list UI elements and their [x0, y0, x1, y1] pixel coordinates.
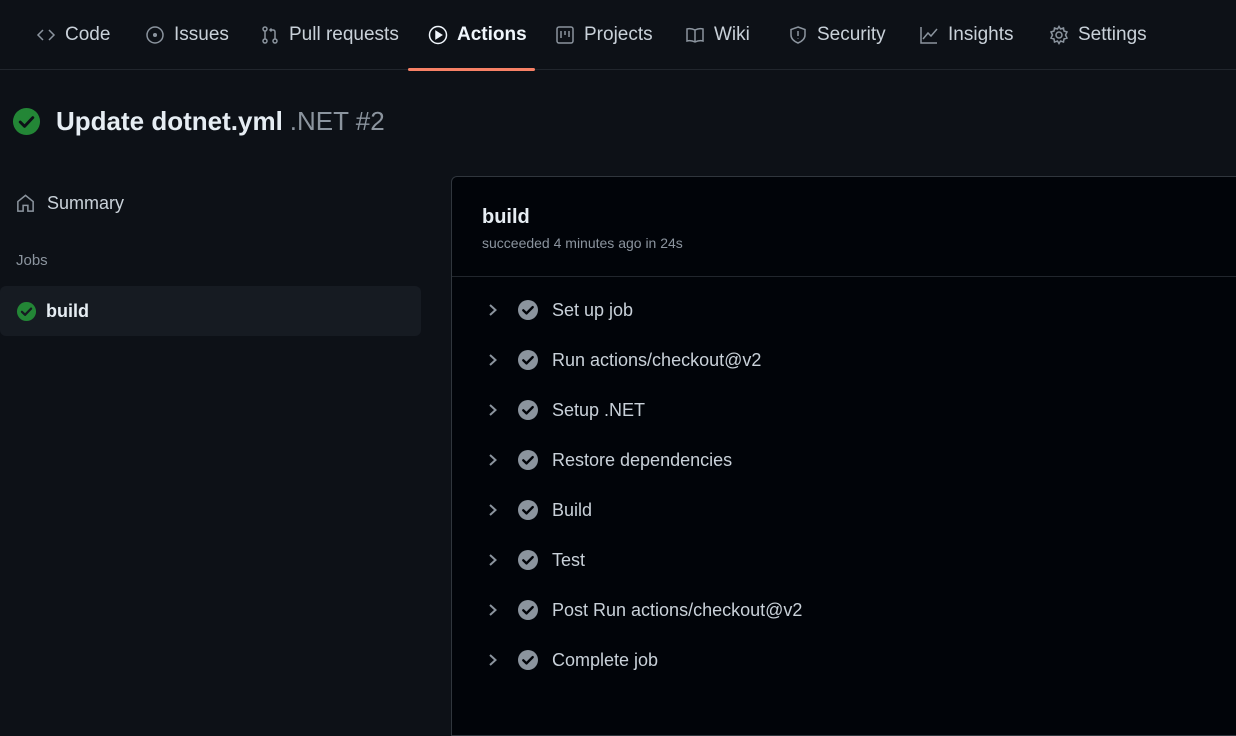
issue-icon: [146, 26, 164, 44]
sidebar-job-build[interactable]: build: [0, 286, 421, 336]
chevron-right-icon: [489, 554, 497, 566]
tab-projects[interactable]: Projects: [555, 0, 653, 70]
summary-label: Summary: [47, 192, 125, 213]
tab-actions[interactable]: Actions: [428, 0, 527, 70]
book-icon: [686, 27, 704, 43]
chevron-right-icon: [489, 604, 497, 616]
graph-icon: [920, 27, 938, 44]
play-icon: [428, 25, 448, 45]
job-step-label: Setup .NET: [552, 399, 646, 420]
repo-nav: Code Issues Pull requests Actions Projec…: [0, 0, 1236, 71]
active-tab-indicator: [408, 68, 535, 71]
job-step[interactable]: Restore dependencies: [452, 435, 1236, 485]
sidebar-job-label: build: [46, 300, 89, 321]
job-step-label: Complete job: [552, 649, 659, 670]
tab-settings[interactable]: Settings: [1049, 0, 1147, 70]
tab-issues[interactable]: Issues: [145, 0, 229, 70]
tab-pull-requests-label: Pull requests: [289, 24, 399, 45]
check-circle-icon: [518, 500, 538, 520]
home-icon: [17, 193, 34, 212]
job-step[interactable]: Setup .NET: [452, 385, 1236, 435]
tab-security-label: Security: [817, 24, 886, 45]
chevron-right-icon: [489, 304, 497, 316]
jobs-heading: Jobs: [16, 252, 48, 269]
job-step-label: Test: [552, 549, 586, 570]
project-icon: [556, 26, 574, 44]
job-steps-list: Set up job Run actions/checkout@v2 Setup .…: [452, 285, 1236, 685]
tab-projects-label: Projects: [584, 24, 653, 45]
chevron-right-icon: [489, 504, 497, 516]
check-circle-icon: [518, 350, 538, 370]
tab-insights-label: Insights: [948, 24, 1014, 45]
job-step[interactable]: Run actions/checkout@v2: [452, 335, 1236, 385]
check-circle-icon: [518, 550, 538, 570]
job-step[interactable]: Post Run actions/checkout@v2: [452, 585, 1236, 635]
tab-insights[interactable]: Insights: [919, 0, 1013, 70]
check-circle-icon: [518, 450, 538, 470]
shield-icon: [790, 26, 806, 44]
check-circle-icon: [518, 400, 538, 420]
workflow-run-number: .NET #2: [289, 106, 385, 136]
job-step[interactable]: Test: [452, 535, 1236, 585]
job-step[interactable]: Set up job: [452, 285, 1236, 335]
pull-request-icon: [262, 26, 278, 44]
tab-wiki[interactable]: Wiki: [685, 0, 750, 70]
tab-pull-requests[interactable]: Pull requests: [260, 0, 399, 70]
job-step-label: Run actions/checkout@v2: [552, 349, 762, 370]
job-step-label: Restore dependencies: [552, 449, 733, 470]
chevron-right-icon: [489, 654, 497, 666]
summary-link[interactable]: Summary: [15, 188, 124, 218]
tab-actions-label: Actions: [457, 24, 527, 45]
tab-security[interactable]: Security: [788, 0, 886, 70]
check-circle-icon: [518, 300, 538, 320]
tab-issues-label: Issues: [174, 24, 229, 45]
job-step-label: Build: [552, 499, 593, 520]
check-circle-icon: [16, 301, 37, 321]
code-icon: [36, 29, 56, 41]
job-step[interactable]: Build: [452, 485, 1236, 535]
job-log-panel: build succeeded 4 minutes ago in 24s Set…: [451, 176, 1236, 736]
run-title: Update dotnet.yml: [56, 106, 283, 136]
chevron-right-icon: [489, 454, 497, 466]
chevron-right-icon: [489, 404, 497, 416]
job-step-label: Set up job: [552, 299, 634, 320]
job-title: build: [482, 206, 530, 228]
chevron-right-icon: [489, 354, 497, 366]
gear-icon: [1049, 25, 1069, 45]
job-header: build succeeded 4 minutes ago in 24s: [452, 177, 1236, 277]
run-header: Update dotnet.yml .NET #2: [12, 106, 385, 137]
tab-wiki-label: Wiki: [714, 24, 750, 45]
check-circle-icon: [518, 600, 538, 620]
check-circle-icon: [518, 650, 538, 670]
tab-code-label: Code: [65, 24, 111, 45]
tab-code[interactable]: Code: [36, 0, 110, 70]
tab-settings-label: Settings: [1078, 24, 1147, 45]
job-status-text: succeeded 4 minutes ago in 24s: [482, 235, 683, 251]
check-circle-icon: [12, 107, 41, 136]
job-step[interactable]: Complete job: [452, 635, 1236, 685]
job-step-label: Post Run actions/checkout@v2: [552, 599, 803, 620]
